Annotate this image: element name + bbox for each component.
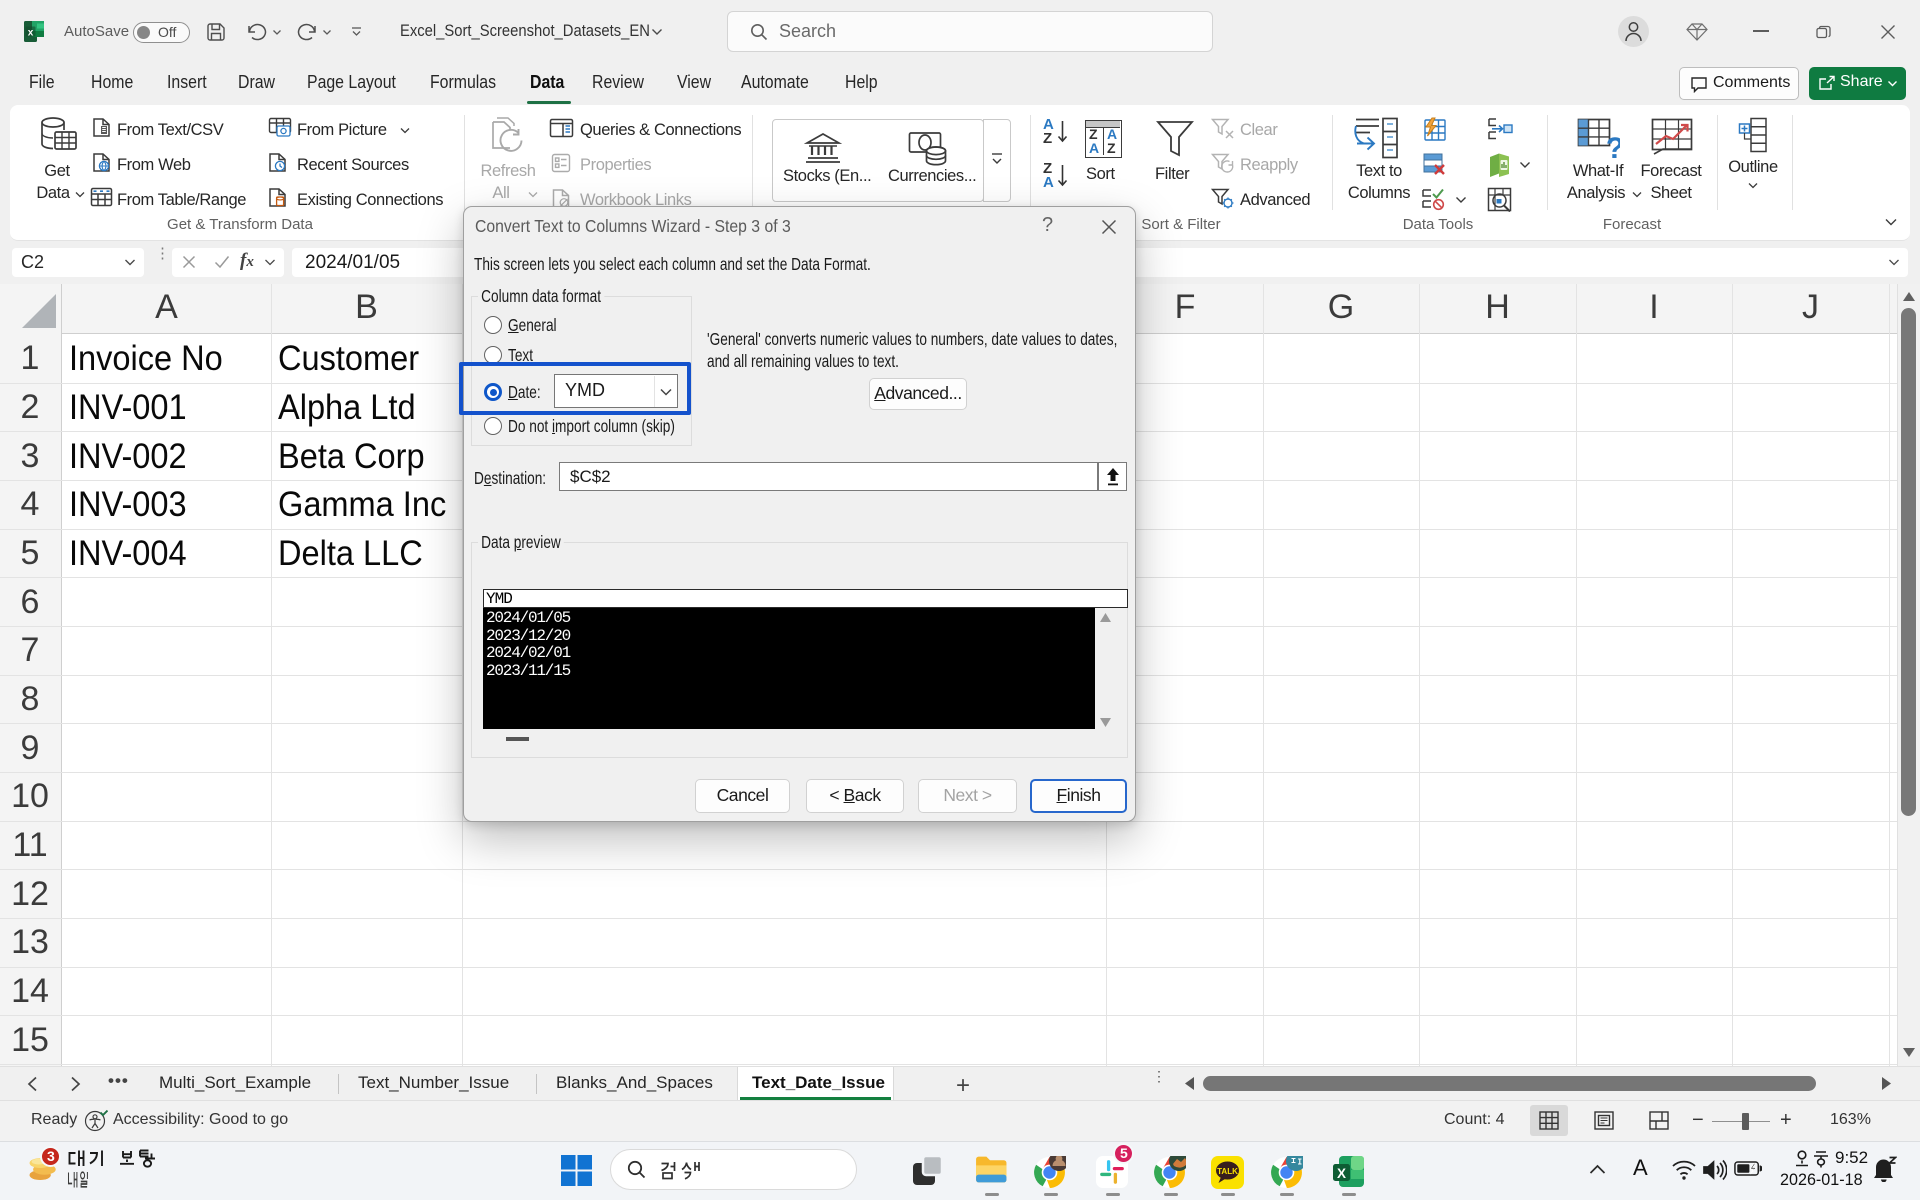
svg-text:X: X: [1337, 1166, 1346, 1181]
svg-text:x: x: [28, 28, 34, 39]
svg-text:?: ?: [1606, 132, 1620, 158]
svg-text:TALK: TALK: [1217, 1167, 1238, 1176]
